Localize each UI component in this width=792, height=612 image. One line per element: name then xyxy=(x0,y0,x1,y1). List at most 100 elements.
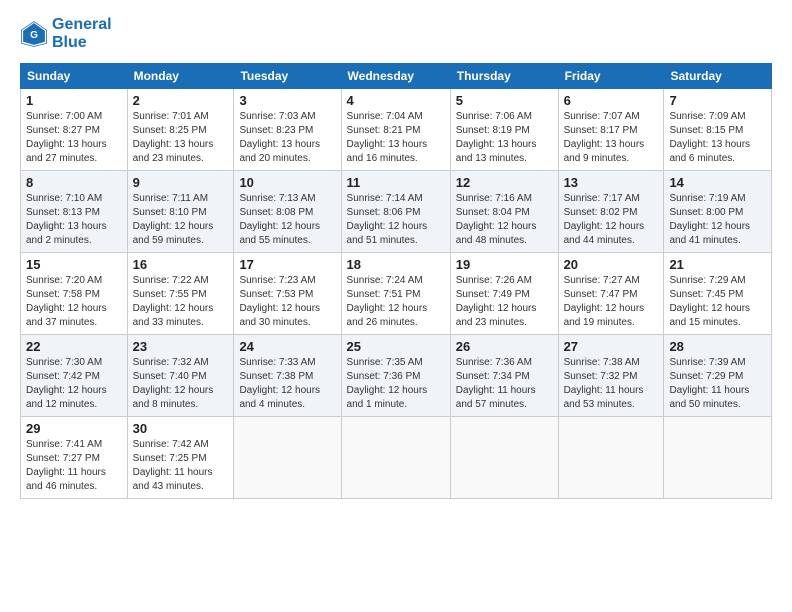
calendar-cell xyxy=(558,417,664,499)
day-number: 10 xyxy=(239,175,335,190)
calendar-week-4: 22 Sunrise: 7:30 AM Sunset: 7:42 PM Dayli… xyxy=(21,335,772,417)
day-info: Sunrise: 7:19 AM Sunset: 8:00 PM Dayligh… xyxy=(669,192,766,248)
day-number: 9 xyxy=(133,175,229,190)
calendar-cell: 25Sunrise: 7:35 AM Sunset: 7:36 PM Dayli… xyxy=(341,335,450,417)
weekday-header-sunday: Sunday xyxy=(21,64,128,89)
day-number: 3 xyxy=(239,93,335,108)
calendar-cell: 24Sunrise: 7:33 AM Sunset: 7:38 PM Dayli… xyxy=(234,335,341,417)
calendar-header-row: SundayMondayTuesdayWednesdayThursdayFrid… xyxy=(21,64,772,89)
calendar-cell: 9Sunrise: 7:11 AM Sunset: 8:10 PM Daylig… xyxy=(127,171,234,253)
day-info: Sunrise: 7:13 AM Sunset: 8:08 PM Dayligh… xyxy=(239,192,335,248)
day-number: 5 xyxy=(456,93,553,108)
day-info: Sunrise: 7:30 AM Sunset: 7:42 PM Dayligh… xyxy=(26,356,122,412)
header: G General Blue xyxy=(20,16,772,51)
logo-icon: G xyxy=(20,20,48,48)
day-number: 2 xyxy=(133,93,229,108)
day-info: Sunrise: 7:00 AM Sunset: 8:27 PM Dayligh… xyxy=(26,110,122,166)
day-number: 12 xyxy=(456,175,553,190)
day-info: Sunrise: 7:14 AM Sunset: 8:06 PM Dayligh… xyxy=(347,192,445,248)
calendar-cell: 16Sunrise: 7:22 AM Sunset: 7:55 PM Dayli… xyxy=(127,253,234,335)
weekday-header-wednesday: Wednesday xyxy=(341,64,450,89)
calendar-cell: 26 Sunrise: 7:36 AM Sunset: 7:34 PM Dayli… xyxy=(450,335,558,417)
day-number: 30 xyxy=(133,421,229,436)
calendar-cell: 14 Sunrise: 7:19 AM Sunset: 8:00 PM Dayli… xyxy=(664,171,772,253)
calendar: SundayMondayTuesdayWednesdayThursdayFrid… xyxy=(20,63,772,499)
calendar-cell: 8 Sunrise: 7:10 AM Sunset: 8:13 PM Daylig… xyxy=(21,171,128,253)
calendar-cell: 29 Sunrise: 7:41 AM Sunset: 7:27 PM Dayli… xyxy=(21,417,128,499)
calendar-cell: 7Sunrise: 7:09 AM Sunset: 8:15 PM Daylig… xyxy=(664,89,772,171)
svg-text:G: G xyxy=(30,29,38,40)
day-info: Sunrise: 7:23 AM Sunset: 7:53 PM Dayligh… xyxy=(239,274,335,330)
day-number: 14 xyxy=(669,175,766,190)
day-number: 29 xyxy=(26,421,122,436)
calendar-cell: 27 Sunrise: 7:38 AM Sunset: 7:32 PM Dayli… xyxy=(558,335,664,417)
day-number: 13 xyxy=(564,175,659,190)
day-number: 26 xyxy=(456,339,553,354)
day-number: 15 xyxy=(26,257,122,272)
calendar-cell: 23Sunrise: 7:32 AM Sunset: 7:40 PM Dayli… xyxy=(127,335,234,417)
logo: G General Blue xyxy=(20,16,112,51)
page: G General Blue SundayMondayTuesdayWednes… xyxy=(0,0,792,515)
calendar-cell: 20Sunrise: 7:27 AM Sunset: 7:47 PM Dayli… xyxy=(558,253,664,335)
calendar-cell xyxy=(341,417,450,499)
calendar-cell: 18 Sunrise: 7:24 AM Sunset: 7:51 PM Dayli… xyxy=(341,253,450,335)
day-info: Sunrise: 7:10 AM Sunset: 8:13 PM Dayligh… xyxy=(26,192,122,248)
day-info: Sunrise: 7:22 AM Sunset: 7:55 PM Dayligh… xyxy=(133,274,229,330)
day-info: Sunrise: 7:27 AM Sunset: 7:47 PM Dayligh… xyxy=(564,274,659,330)
day-number: 22 xyxy=(26,339,122,354)
day-number: 24 xyxy=(239,339,335,354)
calendar-cell: 2 Sunrise: 7:01 AM Sunset: 8:25 PM Daylig… xyxy=(127,89,234,171)
day-info: Sunrise: 7:06 AM Sunset: 8:19 PM Dayligh… xyxy=(456,110,553,166)
calendar-cell: 13 Sunrise: 7:17 AM Sunset: 8:02 PM Dayli… xyxy=(558,171,664,253)
day-number: 11 xyxy=(347,175,445,190)
day-info: Sunrise: 7:17 AM Sunset: 8:02 PM Dayligh… xyxy=(564,192,659,248)
calendar-cell xyxy=(234,417,341,499)
day-number: 18 xyxy=(347,257,445,272)
day-info: Sunrise: 7:39 AM Sunset: 7:29 PM Dayligh… xyxy=(669,356,766,412)
calendar-cell xyxy=(450,417,558,499)
day-number: 6 xyxy=(564,93,659,108)
day-info: Sunrise: 7:41 AM Sunset: 7:27 PM Dayligh… xyxy=(26,438,122,494)
calendar-cell: 12 Sunrise: 7:16 AM Sunset: 8:04 PM Dayli… xyxy=(450,171,558,253)
day-number: 1 xyxy=(26,93,122,108)
logo-text: General Blue xyxy=(52,16,112,51)
day-info: Sunrise: 7:24 AM Sunset: 7:51 PM Dayligh… xyxy=(347,274,445,330)
calendar-cell: 4 Sunrise: 7:04 AM Sunset: 8:21 PM Daylig… xyxy=(341,89,450,171)
calendar-cell: 21Sunrise: 7:29 AM Sunset: 7:45 PM Dayli… xyxy=(664,253,772,335)
day-number: 19 xyxy=(456,257,553,272)
calendar-week-1: 1 Sunrise: 7:00 AM Sunset: 8:27 PM Daylig… xyxy=(21,89,772,171)
day-number: 17 xyxy=(239,257,335,272)
day-info: Sunrise: 7:16 AM Sunset: 8:04 PM Dayligh… xyxy=(456,192,553,248)
calendar-cell: 19 Sunrise: 7:26 AM Sunset: 7:49 PM Dayli… xyxy=(450,253,558,335)
day-number: 27 xyxy=(564,339,659,354)
day-number: 7 xyxy=(669,93,766,108)
day-info: Sunrise: 7:38 AM Sunset: 7:32 PM Dayligh… xyxy=(564,356,659,412)
calendar-cell: 6 Sunrise: 7:07 AM Sunset: 8:17 PM Daylig… xyxy=(558,89,664,171)
calendar-cell: 22 Sunrise: 7:30 AM Sunset: 7:42 PM Dayli… xyxy=(21,335,128,417)
calendar-week-3: 15 Sunrise: 7:20 AM Sunset: 7:58 PM Dayli… xyxy=(21,253,772,335)
calendar-cell: 3 Sunrise: 7:03 AM Sunset: 8:23 PM Daylig… xyxy=(234,89,341,171)
day-info: Sunrise: 7:42 AM Sunset: 7:25 PM Dayligh… xyxy=(133,438,229,494)
day-info: Sunrise: 7:20 AM Sunset: 7:58 PM Dayligh… xyxy=(26,274,122,330)
day-number: 23 xyxy=(133,339,229,354)
weekday-header-thursday: Thursday xyxy=(450,64,558,89)
calendar-cell: 10 Sunrise: 7:13 AM Sunset: 8:08 PM Dayli… xyxy=(234,171,341,253)
day-number: 8 xyxy=(26,175,122,190)
day-info: Sunrise: 7:03 AM Sunset: 8:23 PM Dayligh… xyxy=(239,110,335,166)
calendar-week-2: 8 Sunrise: 7:10 AM Sunset: 8:13 PM Daylig… xyxy=(21,171,772,253)
day-number: 25 xyxy=(347,339,445,354)
calendar-cell: 5 Sunrise: 7:06 AM Sunset: 8:19 PM Daylig… xyxy=(450,89,558,171)
calendar-cell: 28Sunrise: 7:39 AM Sunset: 7:29 PM Dayli… xyxy=(664,335,772,417)
day-info: Sunrise: 7:36 AM Sunset: 7:34 PM Dayligh… xyxy=(456,356,553,412)
day-info: Sunrise: 7:26 AM Sunset: 7:49 PM Dayligh… xyxy=(456,274,553,330)
day-number: 4 xyxy=(347,93,445,108)
calendar-cell: 17 Sunrise: 7:23 AM Sunset: 7:53 PM Dayli… xyxy=(234,253,341,335)
calendar-week-5: 29 Sunrise: 7:41 AM Sunset: 7:27 PM Dayli… xyxy=(21,417,772,499)
day-info: Sunrise: 7:07 AM Sunset: 8:17 PM Dayligh… xyxy=(564,110,659,166)
calendar-cell: 1 Sunrise: 7:00 AM Sunset: 8:27 PM Daylig… xyxy=(21,89,128,171)
weekday-header-saturday: Saturday xyxy=(664,64,772,89)
day-info: Sunrise: 7:04 AM Sunset: 8:21 PM Dayligh… xyxy=(347,110,445,166)
day-info: Sunrise: 7:01 AM Sunset: 8:25 PM Dayligh… xyxy=(133,110,229,166)
weekday-header-tuesday: Tuesday xyxy=(234,64,341,89)
weekday-header-monday: Monday xyxy=(127,64,234,89)
